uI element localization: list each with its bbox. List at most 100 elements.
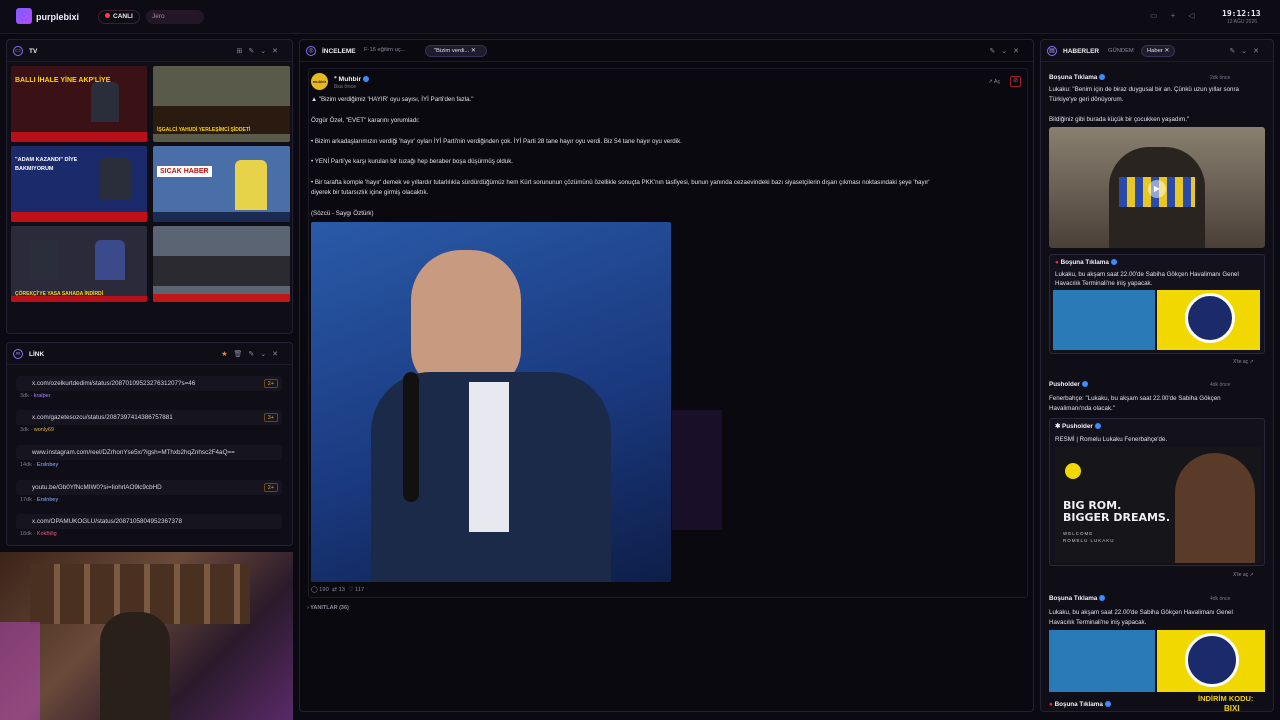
- open-x-link[interactable]: X'te aç ↗: [1233, 572, 1254, 578]
- tab-active[interactable]: "Bizim verdi... ✕: [425, 45, 487, 57]
- link-url: x.com/ozelkurtdedimi/status/208701095232…: [32, 380, 196, 387]
- tab-gundem[interactable]: GÜNDEM: [1108, 48, 1134, 54]
- link-meta: 18dk · KokBilig: [20, 531, 57, 537]
- logo-icon[interactable]: [16, 8, 32, 24]
- post-image[interactable]: [311, 222, 671, 582]
- link-icon: ∞: [13, 349, 23, 359]
- open-x-label: X'te aç: [1233, 572, 1249, 578]
- link-item[interactable]: x.com/gazetesozcu/status/208739741438675…: [16, 410, 282, 425]
- play-icon[interactable]: ▶: [1148, 180, 1166, 198]
- link-user[interactable]: KokBilig: [37, 531, 57, 537]
- tv-tile[interactable]: BALLI İHALE YİNE AKP'LİYE: [11, 66, 147, 142]
- author-name[interactable]: ᐤ Muhbir: [334, 75, 370, 83]
- open-x-link[interactable]: X'te aç ↗: [1233, 359, 1254, 365]
- streamer-figure: [100, 612, 170, 720]
- volume-icon[interactable]: ◁: [1188, 11, 1207, 20]
- link-item[interactable]: www.instagram.com/reel/DZrhonYse5x/?igsh…: [16, 445, 282, 460]
- link-user[interactable]: Erslnbey: [37, 462, 58, 468]
- bookmark-icon[interactable]: ⊘: [1010, 76, 1021, 87]
- promo-small: WELCOME: [1063, 531, 1094, 536]
- news-source[interactable]: ● Boşuna Tıklama: [1049, 701, 1111, 708]
- link-url: x.com/gazetesozcu/status/208739741438675…: [32, 414, 173, 421]
- source-name: Boşuna Tıklama: [1054, 701, 1103, 708]
- author-label: Muhbir: [338, 76, 362, 83]
- player-photo: [1049, 630, 1155, 692]
- tv-title: TV: [29, 48, 38, 55]
- link-count: 3+: [263, 413, 278, 422]
- club-badge-icon: [1065, 463, 1081, 479]
- tv-tile[interactable]: [153, 226, 290, 302]
- open-link[interactable]: ↗ Aç: [988, 79, 1000, 85]
- tv-tile[interactable]: ÇÖREKÇİ'YE YASA SAHADA İNDİRDİ: [11, 226, 147, 302]
- tv-header: ▭ TV ⊞✎⌄✕: [7, 40, 292, 62]
- tv-tile[interactable]: "ADAM KAZANDI" DİYE BAKMIYORUM: [11, 146, 147, 222]
- anchor-figure: [91, 82, 119, 122]
- brand-name: purplebixi: [36, 12, 80, 22]
- reply-icon[interactable]: ◯: [311, 587, 318, 593]
- tile-caption: BALLI İHALE YİNE AKP'LİYE: [15, 77, 111, 84]
- live-label: CANLI: [113, 13, 133, 20]
- post-text: (Sözcü - Saygı Öztürk): [311, 210, 374, 217]
- verified-icon: [1099, 595, 1106, 602]
- news-age: 4dk önce: [1210, 382, 1231, 388]
- user-chip[interactable]: Jero: [146, 10, 204, 24]
- like-icon[interactable]: ♡: [348, 587, 353, 593]
- quote-source[interactable]: ● Boşuna Tıklama: [1055, 259, 1117, 266]
- link-url: www.instagram.com/reel/DZrhonYse5x/?igsh…: [32, 449, 235, 456]
- link-item[interactable]: x.com/OPAMUKOGLU/status/2087105804952367…: [16, 514, 282, 529]
- news-source[interactable]: Pusholder: [1049, 381, 1088, 388]
- source-name: Pusholder: [1062, 423, 1093, 430]
- verified-icon: [1094, 423, 1101, 430]
- guest-figure: [95, 240, 125, 280]
- panel-controls[interactable]: ✎⌄✕: [1229, 47, 1265, 55]
- tab-f16[interactable]: F-16 eğitim uç...: [364, 47, 406, 53]
- anchor-figure: [235, 160, 267, 210]
- news-source[interactable]: Boşuna Tıklama: [1049, 74, 1106, 81]
- link-item[interactable]: youtu.be/Gb0YfNcMIW0?si=IiohrlAO9lc9cbHD…: [16, 480, 282, 495]
- post-stats: ◯ 190 ⇄ 13 ♡ 117: [311, 587, 364, 593]
- link-user[interactable]: kralper: [34, 393, 51, 399]
- post-text: diyerek bir tutarsızlık içine girmiş ola…: [311, 189, 429, 196]
- live-dot-icon: [105, 13, 110, 18]
- anchor-figure: [99, 158, 131, 200]
- link-item[interactable]: x.com/ozelkurtdedimi/status/208701095232…: [16, 376, 282, 391]
- crowd-scene: [153, 256, 290, 286]
- muhbir-avatar[interactable]: muhbir: [311, 73, 328, 90]
- news-text: Bildiğiniz gibi burada küçük bir çocukke…: [1049, 116, 1190, 123]
- news-age: 2dk önce: [1210, 75, 1231, 81]
- promo-small: ROMELU LUKAKU: [1063, 538, 1115, 543]
- tv-panel: ▭ TV ⊞✎⌄✕ BALLI İHALE YİNE AKP'LİYE İŞGA…: [6, 39, 293, 334]
- tab-haber[interactable]: Haber ✕: [1141, 45, 1175, 57]
- source-name: Boşuna Tıklama: [1049, 595, 1098, 602]
- news-source[interactable]: Boşuna Tıklama: [1049, 595, 1106, 602]
- add-icon[interactable]: +: [1171, 11, 1189, 20]
- verified-icon: [1081, 381, 1088, 388]
- news-ticker: [11, 296, 147, 302]
- panel-controls[interactable]: ⊞✎⌄✕: [237, 47, 284, 55]
- link-user[interactable]: wonly69: [34, 427, 54, 433]
- promo-code: BIXI: [1224, 704, 1240, 713]
- news-video[interactable]: ▶: [1049, 127, 1265, 248]
- source-name: Pusholder: [1049, 381, 1080, 388]
- quote-source[interactable]: ✱ Pusholder: [1055, 423, 1101, 430]
- microphone: [403, 372, 419, 502]
- link-url: x.com/OPAMUKOGLU/status/2087105804952367…: [32, 518, 183, 525]
- link-meta: 17dk · Erslnbey: [20, 497, 59, 503]
- star-icon[interactable]: ★: [221, 351, 233, 358]
- tv-tile[interactable]: İŞGALCİ YAHUDİ YERLEŞİMCİ ŞİDDETİ: [153, 66, 290, 142]
- replies-toggle[interactable]: › YANITLAR (36): [307, 605, 349, 611]
- live-badge[interactable]: CANLI: [98, 10, 140, 24]
- link-meta: 14dk · Erslnbey: [20, 462, 59, 468]
- source-name: Boşuna Tıklama: [1060, 259, 1109, 266]
- link-user[interactable]: Erslnbey: [37, 497, 58, 503]
- person-head: [411, 250, 521, 390]
- news-text: Lukaku: "Benim için de biraz duygusal bi…: [1049, 86, 1239, 93]
- link-url: youtu.be/Gb0YfNcMIW0?si=IiohrlAO9lc9cbHD: [32, 484, 162, 491]
- panel-controls[interactable]: ✎⌄✕: [989, 47, 1025, 55]
- repost-icon[interactable]: ⇄: [332, 587, 337, 593]
- window-icon[interactable]: ▭: [1150, 11, 1171, 20]
- tv-tile[interactable]: SICAK HABER: [153, 146, 290, 222]
- promo-overlay: İNDİRİM KODU:: [1198, 694, 1254, 703]
- bg-glow: [672, 410, 722, 530]
- panel-controls[interactable]: ★🗑✎⌄✕: [221, 350, 284, 358]
